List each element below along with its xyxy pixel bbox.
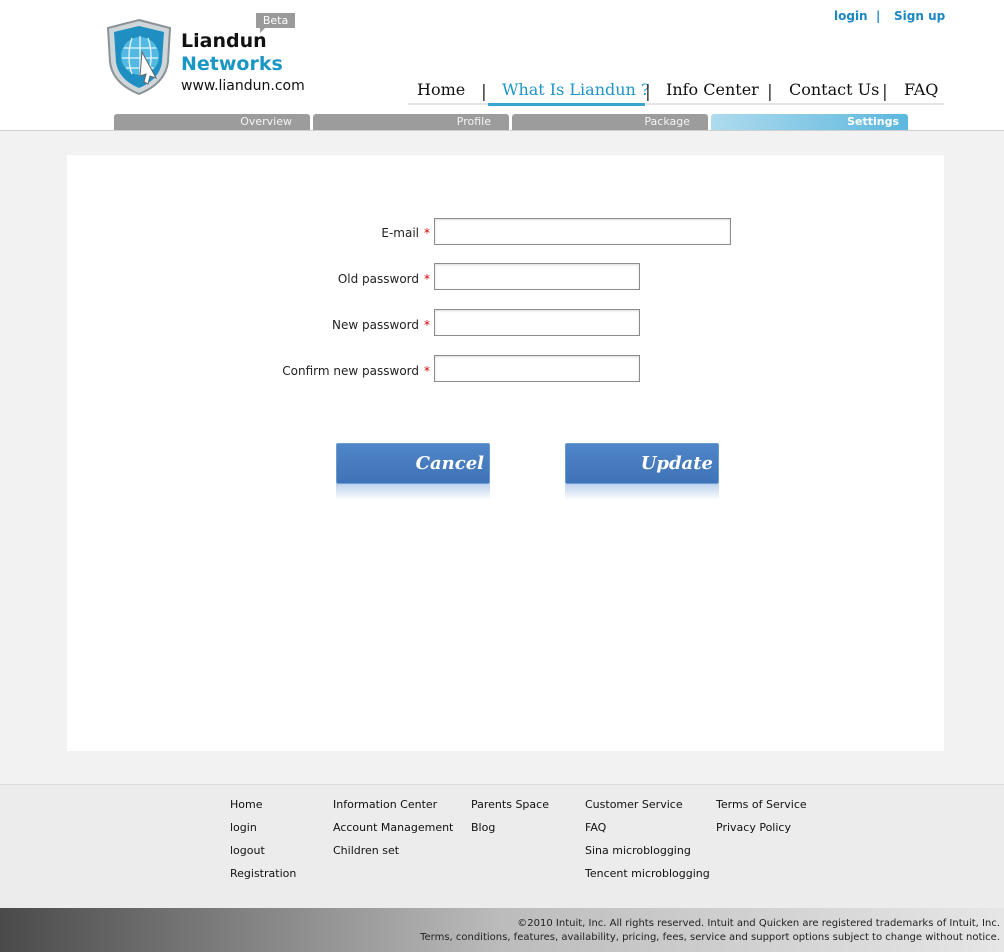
email-label: E-mail *: [381, 226, 430, 240]
cancel-button-reflection: [336, 484, 490, 500]
shield-globe-logo-icon[interactable]: [104, 18, 174, 96]
footer-link-sina-microblogging[interactable]: Sina microblogging: [585, 844, 691, 857]
nav-faq[interactable]: FAQ: [904, 80, 938, 99]
beta-badge: Beta: [256, 13, 295, 33]
footer-link-logout[interactable]: logout: [230, 844, 265, 857]
footer-link-registration[interactable]: Registration: [230, 867, 296, 880]
footer-link-parents-space[interactable]: Parents Space: [471, 798, 549, 811]
auth-divider: |: [876, 9, 881, 23]
footer-link-blog[interactable]: Blog: [471, 821, 495, 834]
footer-link-tencent-microblogging[interactable]: Tencent microblogging: [585, 867, 710, 880]
signup-link[interactable]: Sign up: [894, 9, 945, 23]
cancel-button[interactable]: Cancel: [336, 443, 490, 484]
new-password-label: New password *: [332, 318, 430, 332]
tab-package[interactable]: Package: [512, 114, 708, 130]
footer-link-home[interactable]: Home: [230, 798, 262, 811]
copyright-text: ©2010 Intuit, Inc. All rights reserved. …: [517, 918, 1000, 929]
copyright-bar: [0, 908, 1004, 952]
required-mark: *: [424, 318, 430, 332]
footer-link-faq[interactable]: FAQ: [585, 821, 606, 834]
nav-contact-us[interactable]: Contact Us: [789, 80, 879, 99]
tab-settings[interactable]: Settings: [711, 114, 908, 130]
update-button[interactable]: Update: [565, 443, 719, 484]
nav-separator: |: [882, 82, 888, 102]
email-field[interactable]: [434, 218, 731, 245]
confirm-password-label: Confirm new password *: [282, 364, 430, 378]
old-password-label: Old password *: [337, 272, 430, 286]
nav-what-is-liandun[interactable]: What Is Liandun ?: [502, 80, 650, 99]
tab-profile[interactable]: Profile: [313, 114, 509, 130]
nav-separator: |: [645, 82, 651, 102]
brand-name: Liandun: [181, 30, 267, 52]
required-mark: *: [424, 364, 430, 378]
nav-separator: |: [481, 82, 487, 102]
footer-link-account-management[interactable]: Account Management: [333, 821, 453, 834]
confirm-password-field[interactable]: [434, 355, 640, 382]
site-header: Liandun Networks www.liandun.com Beta lo…: [0, 0, 1004, 131]
footer-link-terms-of-service[interactable]: Terms of Service: [716, 798, 807, 811]
brand-subtitle: Networks: [181, 53, 283, 75]
terms-notice: Terms, conditions, features, availabilit…: [420, 932, 1000, 943]
login-link[interactable]: login: [834, 9, 868, 23]
footer-link-information-center[interactable]: Information Center: [333, 798, 437, 811]
brand-url: www.liandun.com: [181, 78, 305, 94]
tab-overview[interactable]: Overview: [114, 114, 310, 130]
footer-link-login[interactable]: login: [230, 821, 257, 834]
footer-link-children-set[interactable]: Children set: [333, 844, 399, 857]
old-password-field[interactable]: [434, 263, 640, 290]
new-password-field[interactable]: [434, 309, 640, 336]
nav-separator: |: [767, 82, 773, 102]
update-button-reflection: [565, 484, 719, 500]
footer-link-customer-service[interactable]: Customer Service: [585, 798, 683, 811]
required-mark: *: [424, 226, 430, 240]
required-mark: *: [424, 272, 430, 286]
nav-active-indicator: [488, 103, 645, 106]
footer-link-privacy-policy[interactable]: Privacy Policy: [716, 821, 791, 834]
nav-home[interactable]: Home: [417, 80, 465, 99]
nav-info-center[interactable]: Info Center: [666, 80, 759, 99]
